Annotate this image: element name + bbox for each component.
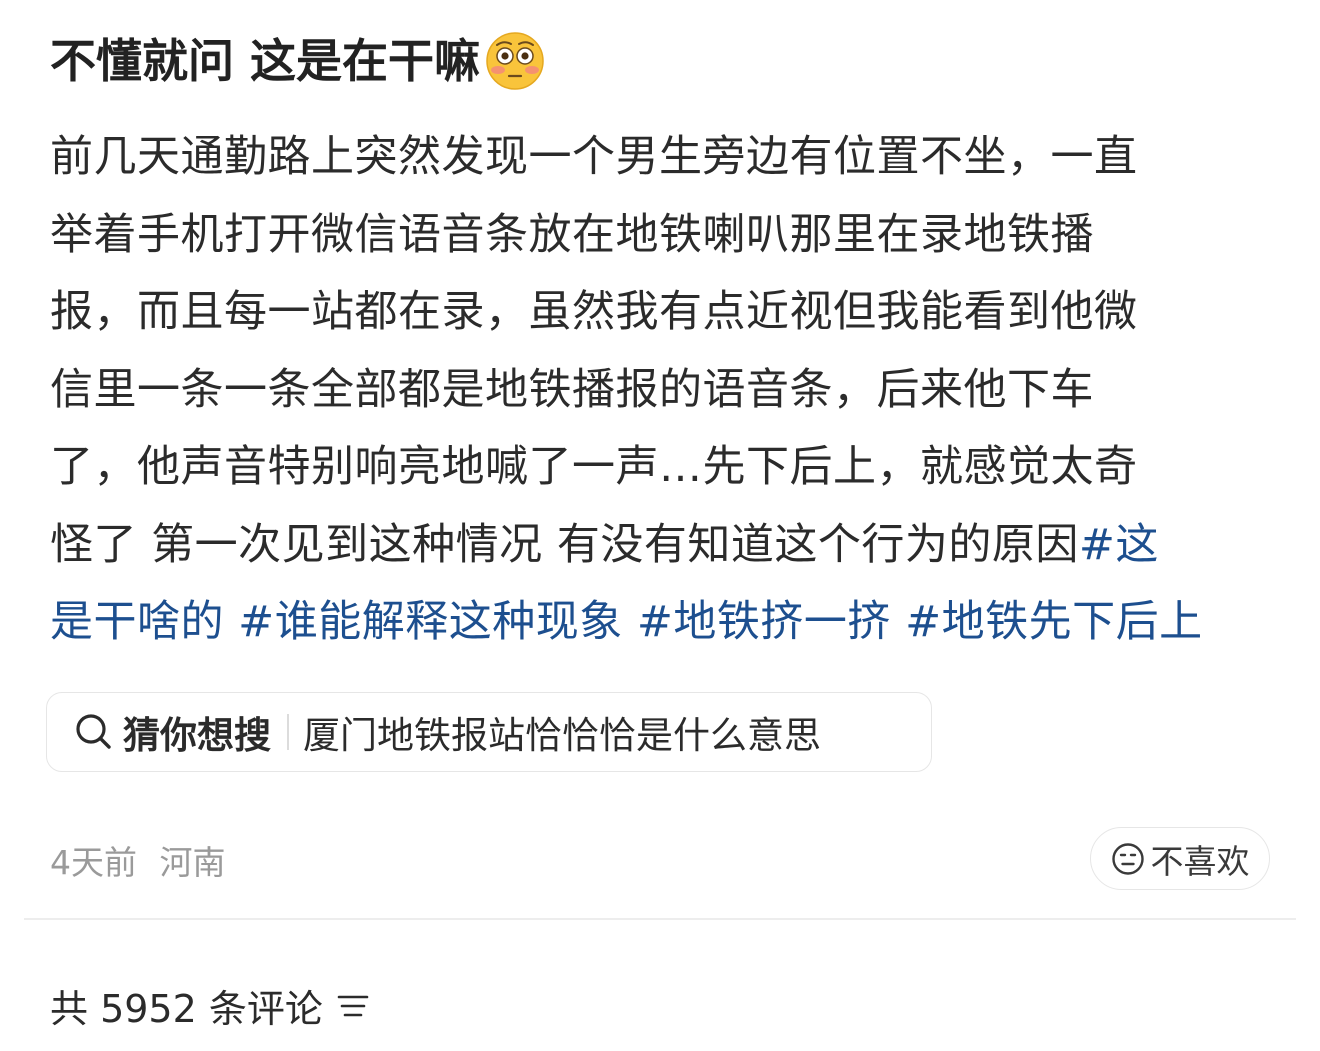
search-icon [73, 711, 115, 753]
sort-icon[interactable] [335, 988, 371, 1024]
body-text-segment: 举着手机打开微信语音条放在地铁喇叭那里在录地铁播 [50, 209, 1094, 260]
post-body-line: 了，他声音特别响亮地喊了一声…先下后上，就感觉太奇 [50, 429, 1280, 507]
section-divider [24, 918, 1296, 920]
comments-header: 共 5952 条评论 [50, 978, 371, 1033]
neutral-face-icon [1111, 842, 1145, 876]
post-body-line: 是干啥的 #谁能解释这种现象 #地铁挤一挤 #地铁先下后上 [50, 584, 1280, 662]
body-text-segment: 信里一条一条全部都是地铁播报的语音条，后来他下车 [50, 364, 1094, 415]
search-suggestion-box[interactable]: 猜你想搜 厦门地铁报站恰恰恰是什么意思 [46, 692, 932, 772]
body-text-segment: 了，他声音特别响亮地喊了一声…先下后上，就感觉太奇 [50, 442, 1138, 492]
post-body-line: 怪了 第一次见到这种情况 有没有知道这个行为的原因#这 [50, 507, 1280, 585]
post-time: 4天前 [50, 843, 137, 882]
post-body-line: 前几天通勤路上突然发现一个男生旁边有位置不坐，一直 [50, 119, 1280, 197]
post-meta: 4天前 河南 [50, 836, 226, 884]
body-text-segment: 报，而且每一站都在录，虽然我有点近视但我能看到他微 [50, 287, 1138, 337]
post-location: 河南 [159, 843, 226, 882]
search-separator [287, 714, 289, 750]
dislike-label: 不喜欢 [1150, 841, 1250, 881]
search-suggestion-query[interactable]: 厦门地铁报站恰恰恰是什么意思 [303, 705, 821, 759]
comment-count: 共 5952 条评论 [50, 987, 323, 1031]
dislike-button[interactable]: 不喜欢 [1090, 827, 1270, 890]
post-body-line: 举着手机打开微信语音条放在地铁喇叭那里在录地铁播 [50, 197, 1280, 275]
hashtag-segment[interactable]: 是干啥的 #谁能解释这种现象 #地铁挤一挤 #地铁先下后上 [50, 597, 1203, 647]
body-text-segment: 前几天通勤路上突然发现一个男生旁边有位置不坐，一直 [50, 132, 1138, 182]
post-body-line: 信里一条一条全部都是地铁播报的语音条，后来他下车 [50, 352, 1280, 430]
body-text-segment: 怪了 第一次见到这种情况 有没有知道这个行为的原因 [50, 519, 1079, 570]
hashtag-segment[interactable]: #这 [1079, 520, 1159, 570]
post-body-line: 报，而且每一站都在录，虽然我有点近视但我能看到他微 [50, 274, 1280, 352]
search-suggestion-label: 猜你想搜 [123, 714, 271, 757]
post-title-text: 不懂就问 这是在干嘛 [50, 34, 481, 88]
post-title: 不懂就问 这是在干嘛 [50, 26, 546, 96]
post-body: 前几天通勤路上突然发现一个男生旁边有位置不坐，一直 举着手机打开微信语音条放在地… [50, 119, 1280, 662]
flushed-face-emoji-icon [484, 30, 546, 92]
